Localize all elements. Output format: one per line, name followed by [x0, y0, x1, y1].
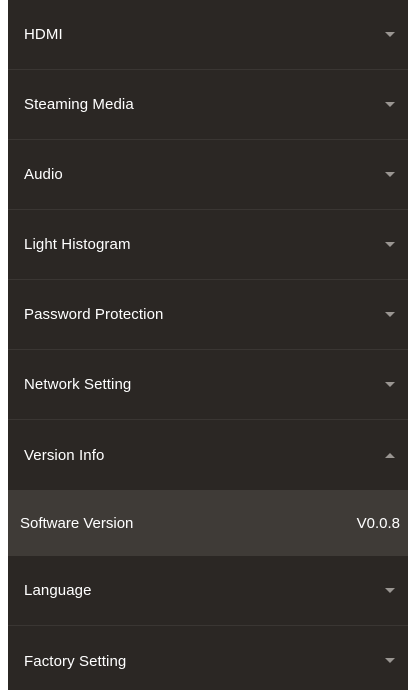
- chevron-down-icon[interactable]: [384, 381, 396, 389]
- chevron-down-icon[interactable]: [384, 101, 396, 109]
- menu-item-label: Version Info: [24, 446, 105, 464]
- chevron-down-icon[interactable]: [384, 657, 396, 665]
- menu-item-factory-setting[interactable]: Factory Setting: [8, 626, 408, 690]
- menu-item-audio[interactable]: Audio: [8, 140, 408, 210]
- menu-item-version-info[interactable]: Version Info: [8, 420, 408, 490]
- menu-item-language[interactable]: Language: [8, 556, 408, 626]
- menu-item-network-setting[interactable]: Network Setting: [8, 350, 408, 420]
- menu-item-label: HDMI: [24, 26, 63, 43]
- menu-item-light-histogram[interactable]: Light Histogram: [8, 210, 408, 280]
- chevron-down-icon[interactable]: [384, 171, 396, 179]
- chevron-down-icon[interactable]: [384, 587, 396, 595]
- menu-item-password-protection[interactable]: Password Protection: [8, 280, 408, 350]
- software-version-value: V0.0.8: [356, 514, 400, 532]
- menu-item-label: Password Protection: [24, 306, 164, 323]
- chevron-up-icon[interactable]: [384, 451, 396, 459]
- menu-item-label: Steaming Media: [24, 96, 134, 113]
- chevron-down-icon[interactable]: [384, 241, 396, 249]
- menu-item-label: Language: [24, 582, 92, 599]
- menu-item-label: Audio: [24, 166, 63, 183]
- chevron-down-icon[interactable]: [384, 311, 396, 319]
- software-version-label: Software Version: [20, 514, 134, 532]
- menu-item-steaming-media[interactable]: Steaming Media: [8, 70, 408, 140]
- menu-item-hdmi[interactable]: HDMI: [8, 0, 408, 70]
- menu-item-label: Network Setting: [24, 376, 132, 393]
- menu-item-label: Light Histogram: [24, 236, 131, 253]
- chevron-down-icon[interactable]: [384, 31, 396, 39]
- settings-panel: HDMI Steaming Media Audio Light Histogra…: [8, 0, 408, 690]
- menu-item-label: Factory Setting: [24, 652, 127, 670]
- software-version-row: Software Version V0.0.8: [8, 490, 408, 556]
